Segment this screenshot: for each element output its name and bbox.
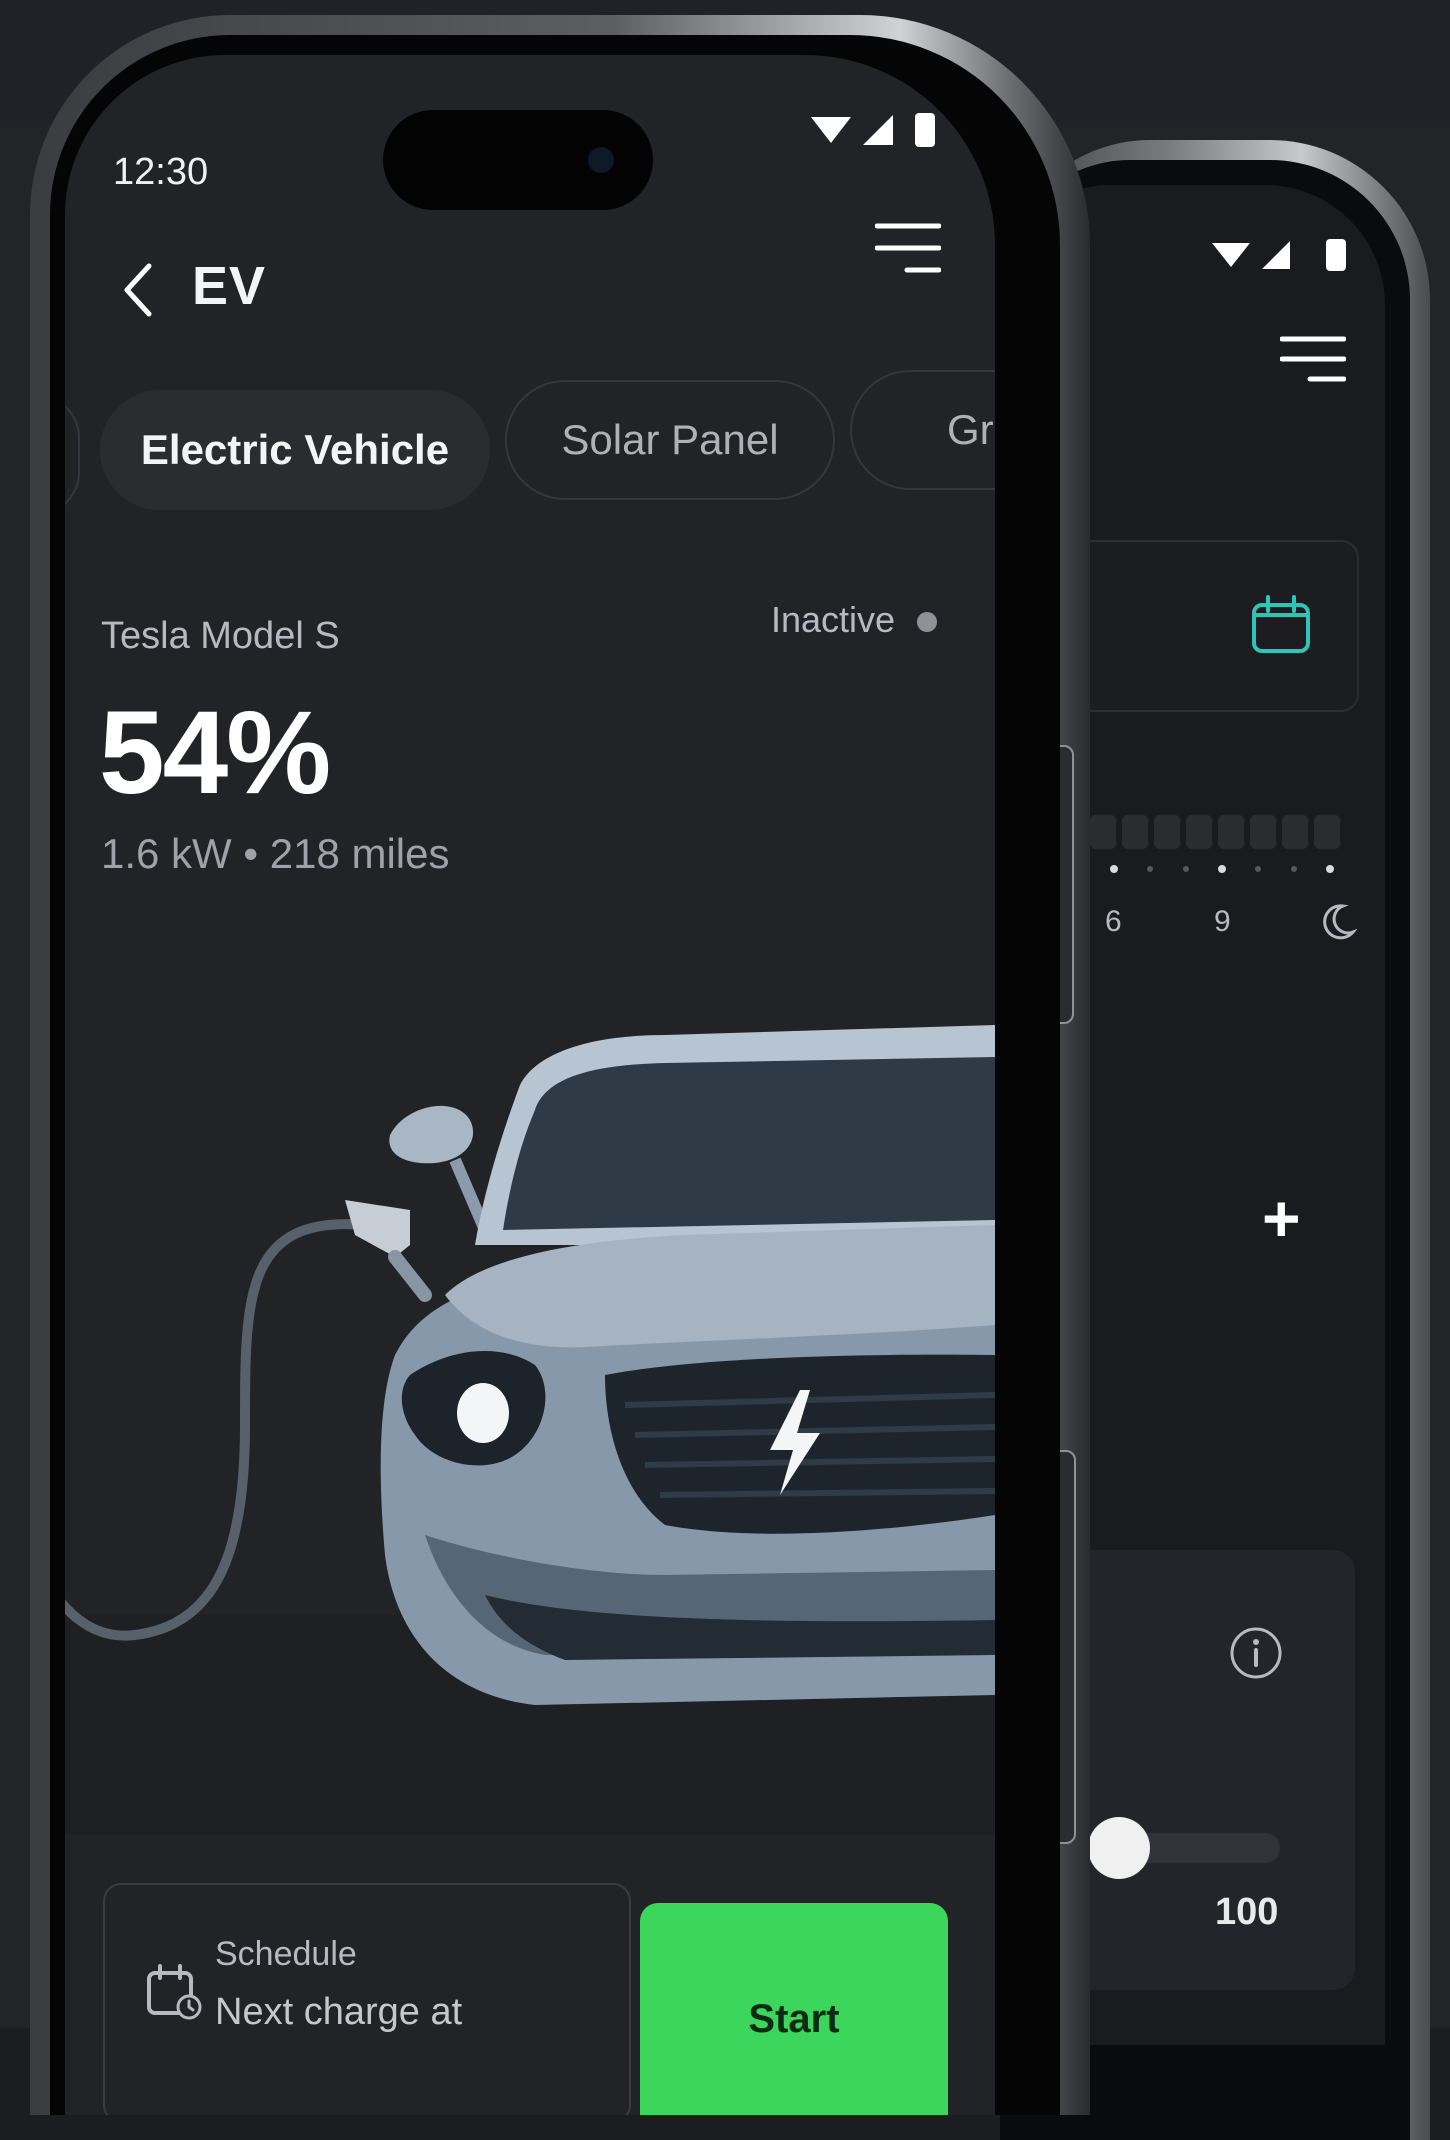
front-phone-screen: 12:30 EV Electric Vehicle Solar Panel Gr… [65, 55, 995, 2115]
battery-icon [915, 113, 935, 147]
camera-lens [588, 147, 614, 173]
timeline-dots [1110, 865, 1334, 873]
menu-icon[interactable] [1280, 333, 1346, 393]
windshield [503, 1057, 995, 1230]
usage-bar [1186, 815, 1212, 849]
charging-plug [345, 1200, 410, 1257]
menu-icon[interactable] [875, 220, 941, 282]
page-title: EV [192, 256, 267, 316]
signal-icon [863, 115, 893, 145]
usage-bar [1090, 815, 1116, 849]
vehicle-model: Tesla Model S [101, 615, 340, 657]
side-mirror [389, 1105, 474, 1164]
signal-icon [1262, 241, 1290, 269]
calendar-clock-icon [147, 1964, 202, 2020]
usage-bar [1250, 815, 1276, 849]
electric-car-illustration [65, 1025, 995, 1835]
charge-limit-value: 100 [1215, 1891, 1279, 1933]
back-arrow-icon[interactable] [117, 260, 157, 320]
moon-icon [1323, 904, 1357, 940]
wifi-icon [1212, 243, 1250, 267]
wifi-icon [811, 117, 851, 143]
usage-bar [1282, 815, 1308, 849]
tab-previous[interactable] [65, 395, 80, 515]
usage-bar [1154, 815, 1180, 849]
vehicle-status: Inactive [771, 599, 896, 640]
status-dot [917, 612, 937, 632]
status-icons [1212, 239, 1346, 271]
tab-electric-vehicle[interactable]: Electric Vehicle [100, 390, 490, 510]
time-axis-label: 9 [1214, 905, 1231, 938]
usage-bar [1218, 815, 1244, 849]
tab-grid[interactable]: Gri [850, 370, 995, 490]
battery-percentage: 54% [99, 687, 331, 819]
status-time: 12:30 [113, 151, 209, 193]
tab-solar-panel[interactable]: Solar Panel [505, 380, 835, 500]
headlight-lamp [457, 1383, 509, 1443]
start-button[interactable]: Start [640, 1903, 948, 2115]
usage-bars [1090, 815, 1340, 849]
vehicle-details: 1.6 kW • 218 miles [101, 830, 450, 877]
status-icons [811, 113, 935, 147]
usage-bar [1314, 815, 1340, 849]
time-axis-label: 6 [1105, 905, 1122, 938]
usage-bar [1122, 815, 1148, 849]
charge-limit-slider-handle[interactable] [1088, 1817, 1150, 1879]
calendar-icon[interactable] [1250, 593, 1312, 655]
dynamic-island [383, 110, 653, 210]
battery-icon [1326, 239, 1346, 271]
info-icon[interactable] [1228, 1625, 1284, 1681]
charging-cable [65, 1219, 370, 1641]
schedule-label: Schedule [215, 1935, 357, 1973]
add-button[interactable]: + [1262, 1185, 1301, 1251]
